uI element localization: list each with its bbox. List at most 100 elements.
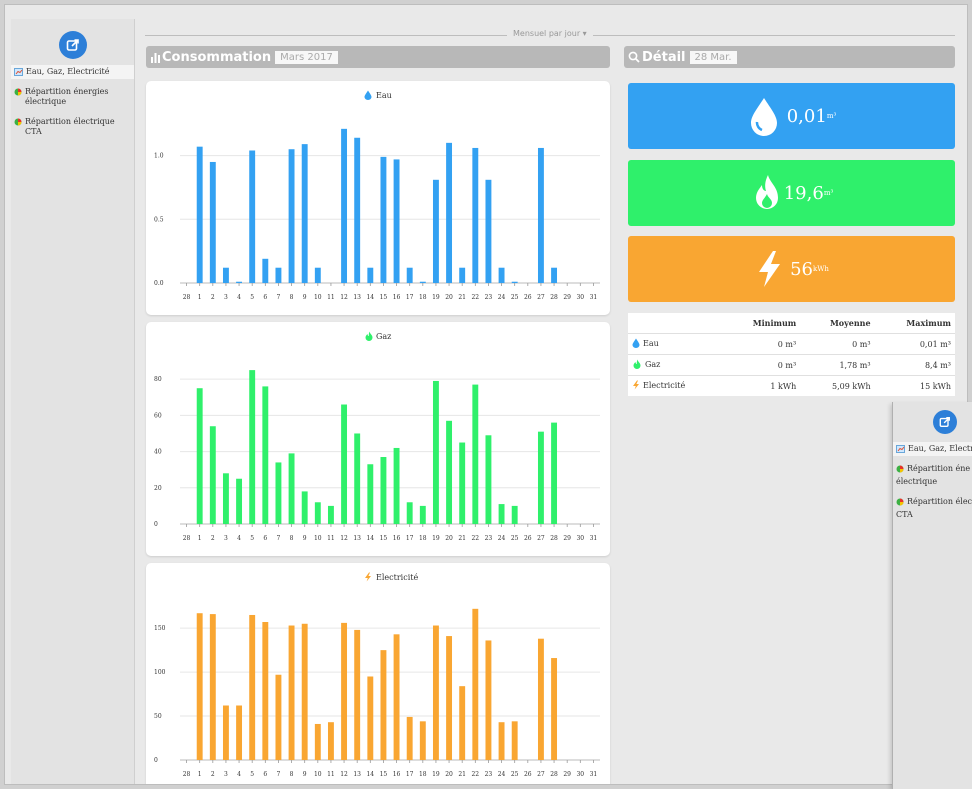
x-tick-label: 29 [563, 294, 571, 301]
x-tick-label: 11 [327, 771, 335, 778]
x-tick-label: 22 [471, 294, 479, 301]
x-tick-label: 7 [277, 294, 281, 301]
bar [275, 462, 282, 524]
popup-item-eau-gaz-electricite[interactable]: Eau, Gaz, Electric [893, 442, 972, 456]
table-row-electricite: Electricité 1 kWh 5,09 kWh 15 kWh [628, 375, 955, 396]
x-tick-label: 4 [237, 771, 241, 778]
bar [472, 147, 479, 283]
chart-title-group: Eau [364, 90, 392, 100]
search-icon [628, 51, 640, 63]
x-tick-label: 23 [485, 771, 493, 778]
sidebar-menu: Eau, Gaz, Electricité Répartition énergi… [11, 65, 134, 145]
external-link-icon [66, 39, 79, 51]
tile-electricite-value: 56 [790, 258, 813, 280]
water-drop-icon [364, 90, 372, 100]
sidebar-item-repartition-cta[interactable]: Répartition électrique CTA [11, 115, 134, 139]
popup-item-repartition-cta[interactable]: Répartition élec CTA [893, 495, 972, 522]
chart-title: Electricité [376, 573, 418, 582]
bar [459, 267, 466, 283]
x-tick-label: 9 [303, 771, 307, 778]
x-tick-label: 19 [432, 535, 440, 542]
x-tick-label: 3 [224, 771, 228, 778]
bar [446, 636, 453, 760]
bar [354, 137, 361, 283]
sidebar-item-eau-gaz-electricite[interactable]: Eau, Gaz, Electricité [11, 65, 134, 79]
cell-max: 15 kWh [874, 375, 955, 396]
open-external-button[interactable] [59, 31, 87, 59]
bar [262, 622, 269, 760]
chart-card-eau: Eau 0.0 0.5 1.0 28 1 2 3 4 5 6 7 8 9 10 11 12 13 14 15 16 17 1… [146, 81, 610, 315]
row-label: Gaz [628, 354, 722, 376]
x-tick-label: 21 [458, 294, 466, 301]
bar [419, 721, 426, 760]
bar [537, 638, 544, 760]
x-tick-label: 2 [211, 535, 215, 542]
x-tick-label: 28 [550, 294, 558, 301]
tile-eau-value: 0,01 [786, 105, 827, 127]
lightning-icon [633, 380, 639, 390]
x-tick-label: 26 [524, 294, 532, 301]
x-tick-label: 27 [537, 294, 545, 301]
x-tick-label: 7 [277, 535, 281, 542]
open-external-button[interactable] [933, 410, 957, 434]
x-tick-label: 25 [511, 294, 519, 301]
period-dropdown[interactable]: Mensuel par jour ▾ [507, 29, 593, 38]
popup-item-repartition-energies[interactable]: Répartition éne électrique [893, 462, 972, 489]
column-header-moyenne: Moyenne [829, 318, 871, 328]
chart-title: Eau [376, 91, 392, 100]
sidebar-item-repartition-energies[interactable]: Répartition énergies électrique [11, 85, 134, 109]
y-tick-label: 0 [154, 521, 158, 528]
flame-icon [365, 331, 373, 341]
bar [498, 267, 505, 283]
y-tick-label: 0.5 [154, 216, 164, 223]
external-link-icon [939, 417, 950, 427]
pie-chart-icon [896, 465, 904, 473]
x-tick-label: 14 [366, 771, 374, 778]
bar [354, 629, 361, 760]
x-tick-label: 9 [303, 535, 307, 542]
period-selector: Mensuel par jour ▾ [145, 29, 955, 39]
x-tick-label: 16 [393, 535, 401, 542]
x-tick-label: 24 [498, 294, 506, 301]
x-tick-label: 26 [524, 771, 532, 778]
sidebar-item-label: Répartition énergies électrique [25, 87, 109, 106]
bar [459, 686, 466, 760]
x-tick-label: 14 [366, 294, 374, 301]
chart-card-electricite: Electricité 0 50 100 150 28 1 2 3 4 5 6 7 8 9 10 11 12 13 1… [146, 563, 610, 784]
bar [432, 625, 439, 760]
bar [485, 640, 492, 760]
x-tick-label: 2 [211, 294, 215, 301]
bar [288, 149, 295, 283]
x-tick-label: 23 [485, 535, 493, 542]
bar [406, 267, 413, 283]
x-tick-label: 3 [224, 535, 228, 542]
bar [537, 147, 544, 283]
bar [196, 388, 203, 524]
x-tick-label: 5 [250, 294, 254, 301]
bar [380, 457, 387, 524]
cell-avg: 1,78 m³ [800, 354, 875, 376]
popup-item-label-line2: électrique [896, 477, 938, 486]
bar [196, 613, 203, 760]
bar [209, 426, 216, 524]
lightning-icon [365, 572, 371, 582]
bar [459, 442, 466, 524]
bar [262, 386, 269, 524]
x-tick-label: 27 [537, 771, 545, 778]
x-tick-label: 12 [340, 294, 348, 301]
x-tick-label: 11 [327, 294, 335, 301]
x-tick-label: 1 [198, 535, 202, 542]
bar [472, 384, 479, 524]
grid-chart-icon [896, 445, 905, 453]
flame-icon [755, 175, 778, 209]
tile-eau-unit: m³ [826, 112, 837, 120]
bar [262, 258, 269, 283]
bar [314, 502, 321, 524]
bar [511, 505, 518, 524]
grid-chart-icon [14, 68, 23, 76]
x-tick-label: 15 [380, 294, 388, 301]
row-label-text: Electricité [643, 380, 686, 390]
bar [275, 674, 282, 760]
popup-item-label-line2: CTA [896, 510, 913, 519]
bar [327, 722, 334, 760]
